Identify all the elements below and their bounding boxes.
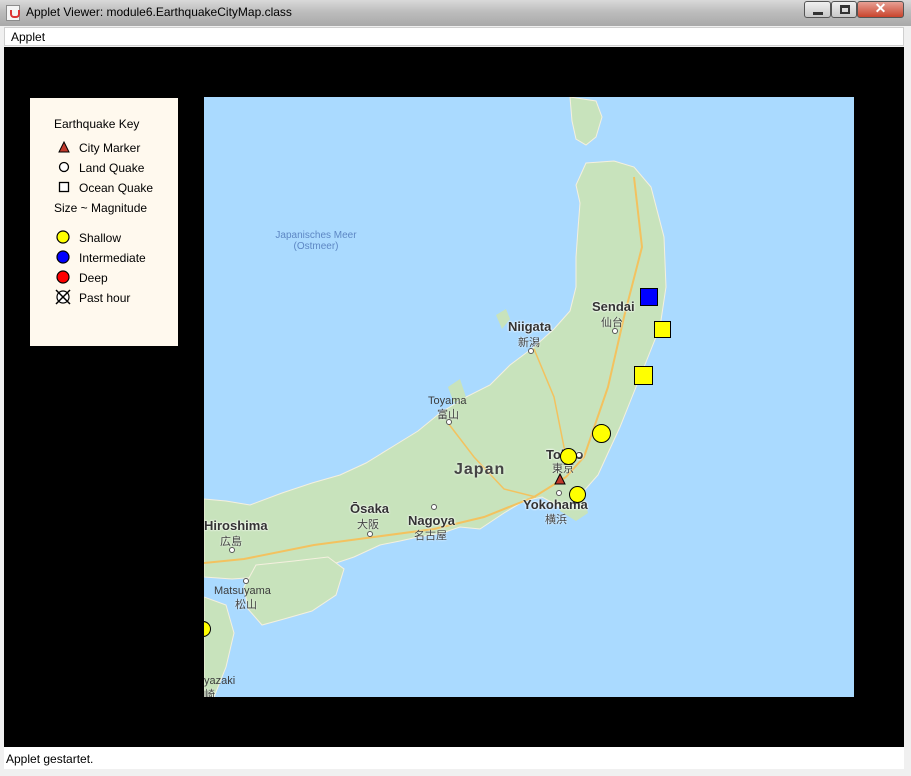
deep-icon: [56, 270, 70, 284]
city-yokohama-dot: [556, 490, 562, 496]
maximize-button[interactable]: [831, 1, 857, 18]
window-title: Applet Viewer: module6.EarthquakeCityMap…: [26, 5, 292, 19]
city-nagoya-jp: 名古屋: [414, 530, 447, 542]
shallow-icon: [56, 230, 70, 244]
city-osaka-jp: 大阪: [357, 519, 379, 531]
java-icon: [6, 5, 20, 21]
earthquake-map[interactable]: Japanisches Meer (Ostmeer) Japan Sendai 仙…: [204, 97, 854, 697]
status-text: Applet gestartet.: [6, 752, 94, 766]
land-quake-icon: [58, 161, 70, 173]
status-bar: Applet gestartet.: [4, 747, 904, 769]
land-quake-shallow[interactable]: [592, 424, 611, 443]
maximize-icon: [840, 5, 850, 14]
country-label: Japan: [454, 461, 506, 478]
ocean-quake-shallow[interactable]: [634, 366, 653, 385]
key-city-marker: City Marker: [79, 141, 141, 155]
ocean-quake-intermediate[interactable]: [640, 288, 658, 306]
key-deep: Deep: [79, 271, 108, 285]
city-matsuyama-jp: 松山: [235, 599, 257, 611]
city-sendai: Sendai: [592, 299, 635, 314]
minimize-button[interactable]: [804, 1, 831, 18]
map-land-shapes: [204, 97, 667, 697]
close-icon: ✕: [874, 0, 887, 16]
sea-label: Japanisches Meer (Ostmeer): [275, 230, 357, 252]
menu-applet[interactable]: Applet: [11, 30, 45, 44]
key-title: Earthquake Key: [54, 117, 140, 131]
city-miyazaki-jp: 崎: [204, 689, 215, 697]
key-intermediate: Intermediate: [79, 251, 146, 265]
city-nagoya: Nagoya: [408, 513, 455, 528]
key-past-hour: Past hour: [79, 291, 131, 305]
city-sendai-jp: 仙台: [601, 317, 623, 329]
city-osaka-dot: [367, 531, 373, 537]
key-size-magnitude: Size ~ Magnitude: [54, 201, 148, 215]
city-sendai-dot: [612, 328, 618, 334]
city-marker[interactable]: [554, 473, 566, 485]
close-button[interactable]: ✕: [857, 0, 904, 18]
city-niigata-dot: [528, 348, 534, 354]
city-nagoya-dot: [431, 504, 437, 510]
land-quake-shallow[interactable]: [560, 448, 577, 465]
city-hiroshima-dot: [229, 547, 235, 553]
ocean-quake-icon: [58, 181, 70, 193]
earthquake-key: Earthquake Key City Marker Land Quake Oc…: [30, 98, 178, 346]
key-shallow: Shallow: [79, 231, 122, 245]
city-yokohama-jp: 横浜: [545, 514, 567, 526]
city-hiroshima: Hiroshima: [204, 518, 268, 533]
city-marker-icon: [58, 141, 70, 153]
past-hour-icon: [55, 289, 71, 305]
land-quake-shallow[interactable]: [569, 486, 586, 503]
ocean-quake-shallow[interactable]: [654, 321, 671, 338]
city-matsuyama-dot: [243, 578, 249, 584]
city-toyama-dot: [446, 419, 452, 425]
key-ocean-quake: Ocean Quake: [79, 181, 154, 195]
key-land-quake: Land Quake: [79, 161, 145, 175]
minimize-icon: [813, 12, 823, 15]
city-niigata: Niigata: [508, 319, 552, 334]
menu-bar: Applet: [4, 27, 904, 46]
city-osaka: Ōsaka: [350, 501, 390, 516]
intermediate-icon: [56, 250, 70, 264]
window-title-bar[interactable]: Applet Viewer: module6.EarthquakeCityMap…: [0, 0, 911, 27]
